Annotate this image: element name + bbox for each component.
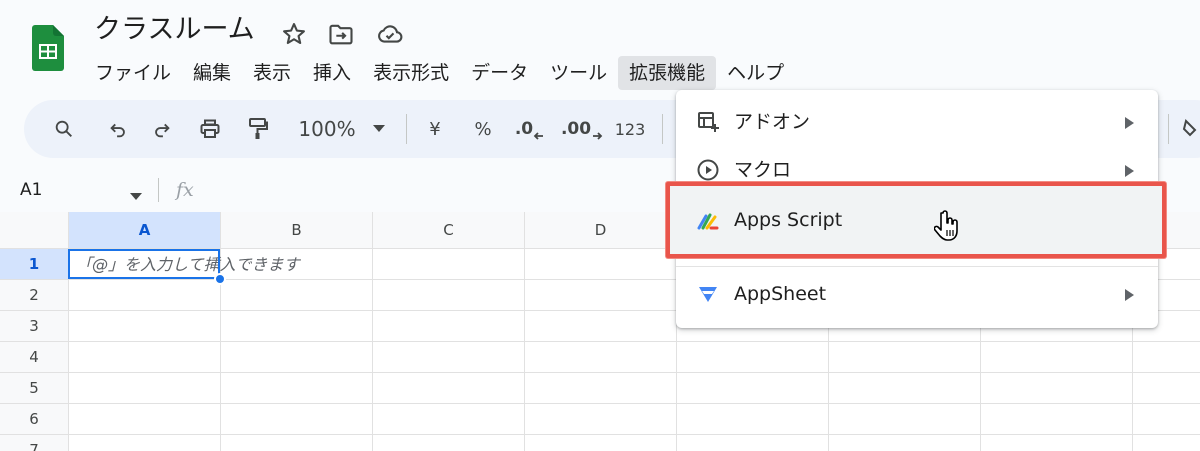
- decrease-decimal-label: .0: [514, 119, 534, 139]
- undo-icon[interactable]: [100, 100, 136, 158]
- column-header-d[interactable]: D: [525, 212, 676, 248]
- select-all-corner[interactable]: [0, 212, 68, 248]
- menu-extensions[interactable]: 拡張機能: [618, 56, 717, 90]
- cloud-saved-icon[interactable]: [376, 20, 404, 48]
- increase-decimal-button[interactable]: .00: [560, 100, 604, 158]
- play-circle-icon: [696, 158, 720, 182]
- selected-cell-a1[interactable]: [68, 249, 220, 279]
- menu-format[interactable]: 表示形式: [362, 56, 460, 90]
- grid-line: [1132, 328, 1133, 451]
- column-header-b[interactable]: B: [221, 212, 372, 248]
- name-box[interactable]: A1: [20, 176, 42, 204]
- grid-line: [828, 328, 829, 451]
- hand-pointer-cursor-icon: [933, 210, 962, 242]
- submenu-arrow-icon: [1125, 117, 1134, 129]
- menu-view[interactable]: 表示: [242, 56, 302, 90]
- grid-line: [0, 341, 1200, 342]
- dropdown-item-label: アドオン: [734, 111, 811, 133]
- menu-insert[interactable]: 挿入: [302, 56, 362, 90]
- menu-bar: ファイル 編集 表示 挿入 表示形式 データ ツール 拡張機能 ヘルプ: [84, 56, 795, 90]
- grid-line: [68, 212, 69, 451]
- grid-line: [372, 212, 373, 451]
- dropdown-item-apps-script[interactable]: Apps Script: [666, 182, 1166, 258]
- fill-color-icon[interactable]: [1178, 100, 1200, 158]
- toolbar-separator: [662, 114, 663, 144]
- zoom-value[interactable]: 100%: [292, 100, 362, 158]
- row-header-5[interactable]: 5: [0, 373, 68, 403]
- star-icon[interactable]: [280, 20, 308, 48]
- dropdown-item-label: Apps Script: [734, 209, 843, 231]
- menu-file[interactable]: ファイル: [84, 56, 182, 90]
- dropdown-item-addons[interactable]: アドオン: [676, 98, 1158, 146]
- percent-format-button[interactable]: %: [468, 100, 498, 158]
- print-icon[interactable]: [192, 100, 228, 158]
- increase-decimal-label: .00: [560, 119, 592, 139]
- menu-help[interactable]: ヘルプ: [716, 56, 795, 90]
- menu-data[interactable]: データ: [460, 56, 539, 90]
- grid-line: [0, 372, 1200, 373]
- currency-format-button[interactable]: ¥: [420, 100, 450, 158]
- toolbar-separator: [406, 114, 407, 144]
- fill-handle[interactable]: [214, 273, 226, 285]
- number-format-button[interactable]: 123: [610, 100, 650, 158]
- row-header-4[interactable]: 4: [0, 342, 68, 372]
- name-box-dropdown-icon[interactable]: [130, 186, 142, 205]
- dropdown-separator: [676, 266, 1158, 267]
- submenu-arrow-icon: [1125, 289, 1134, 301]
- menu-tools[interactable]: ツール: [539, 56, 618, 90]
- row-header-1[interactable]: 1: [0, 249, 68, 279]
- sheets-logo-icon[interactable]: [32, 25, 64, 71]
- paint-format-icon[interactable]: [240, 100, 276, 158]
- column-header-a[interactable]: A: [69, 212, 220, 248]
- grid-line: [0, 434, 1200, 435]
- dropdown-item-label: AppSheet: [734, 283, 827, 305]
- zoom-dropdown-icon[interactable]: [368, 100, 390, 158]
- toolbar-separator: [1168, 114, 1169, 144]
- appsheet-icon: [696, 282, 720, 306]
- column-header-c[interactable]: C: [373, 212, 524, 248]
- row-header-6[interactable]: 6: [0, 404, 68, 434]
- submenu-arrow-icon: [1125, 165, 1134, 177]
- row-header-7[interactable]: 7: [0, 435, 68, 451]
- fx-icon: fx: [176, 179, 194, 201]
- move-folder-icon[interactable]: [327, 20, 355, 48]
- redo-icon[interactable]: [144, 100, 180, 158]
- decrease-decimal-button[interactable]: .0: [510, 100, 550, 158]
- document-title[interactable]: クラスルーム: [94, 12, 255, 48]
- row-header-3[interactable]: 3: [0, 311, 68, 341]
- dropdown-item-appsheet[interactable]: AppSheet: [676, 270, 1158, 318]
- grid-line: [980, 328, 981, 451]
- grid-line: [220, 212, 221, 451]
- menu-edit[interactable]: 編集: [182, 56, 242, 90]
- formula-bar-separator: [158, 178, 159, 202]
- grid-line: [0, 403, 1200, 404]
- addons-icon: [696, 110, 720, 134]
- row-header-2[interactable]: 2: [0, 280, 68, 310]
- grid-line: [524, 212, 525, 451]
- search-icon[interactable]: [46, 100, 82, 158]
- apps-script-icon: [696, 208, 720, 232]
